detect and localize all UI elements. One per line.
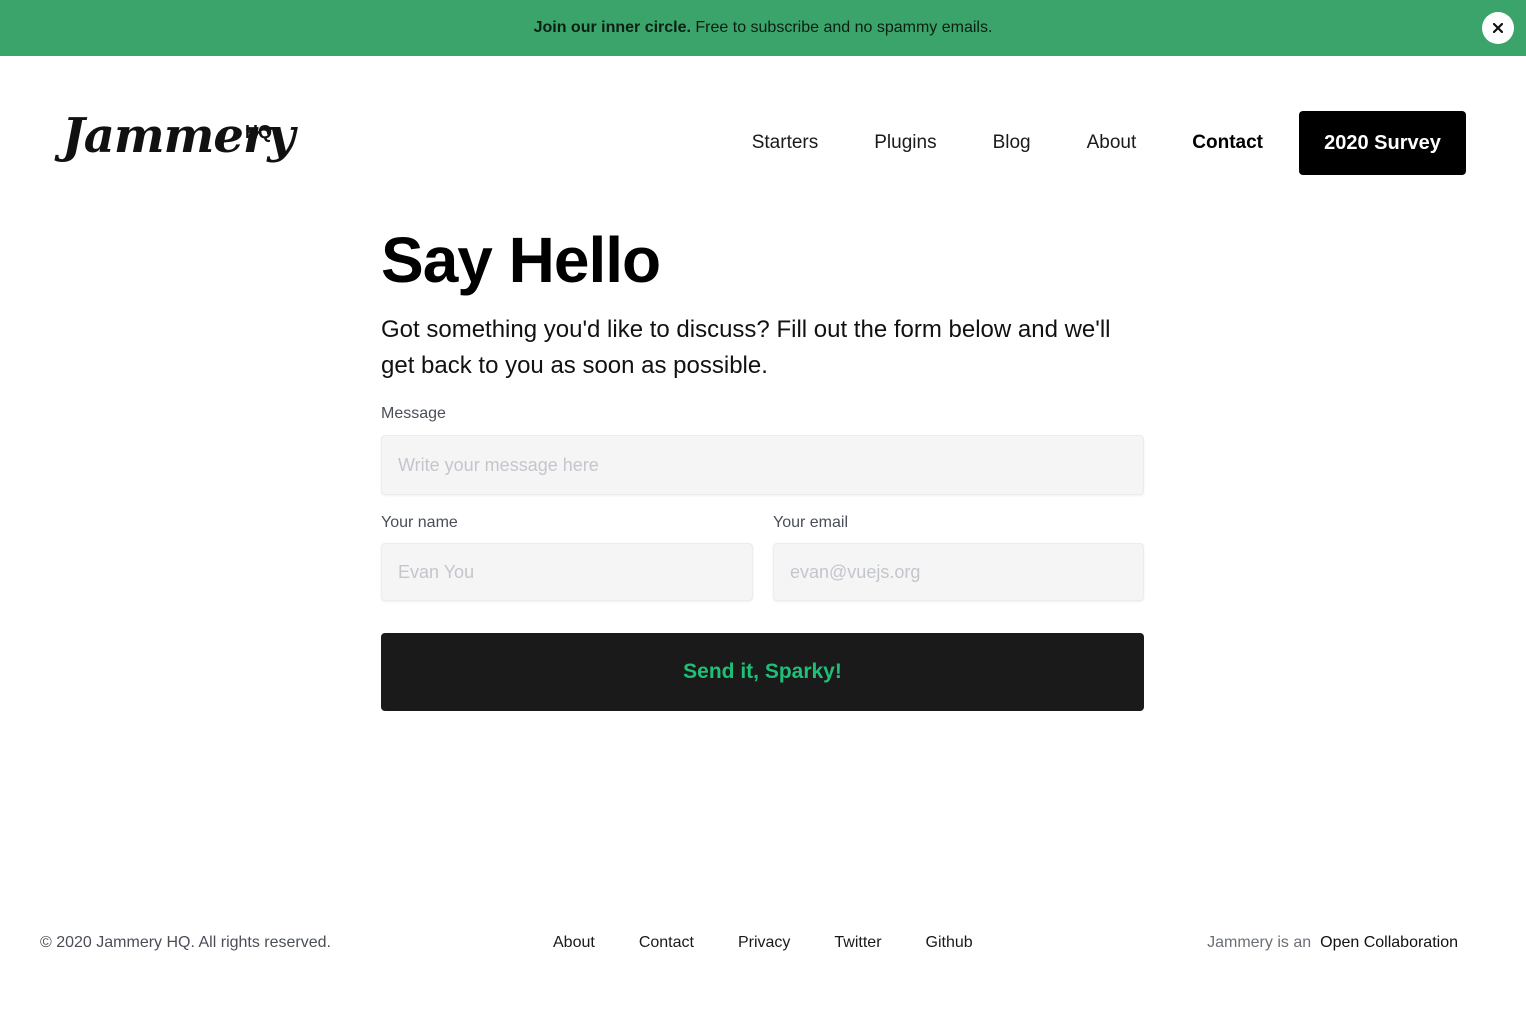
nav-item-blog[interactable]: Blog [993, 132, 1031, 154]
collab-prefix: Jammery is an [1207, 934, 1312, 951]
logo-badge: HQ [245, 122, 272, 142]
banner-bold-text: Join our inner circle. [533, 19, 691, 36]
footer-link-privacy[interactable]: Privacy [738, 934, 790, 952]
close-icon [1493, 23, 1503, 33]
open-collaboration-link[interactable]: Open Collaboration [1320, 934, 1458, 952]
footer-links: About Contact Privacy Twitter Github [553, 934, 973, 952]
page-title: Say Hello [381, 224, 661, 296]
footer-link-about[interactable]: About [553, 934, 595, 952]
announcement-banner: Join our inner circle. Free to subscribe… [0, 0, 1526, 56]
send-button[interactable]: Send it, Sparky! [381, 633, 1144, 711]
contact-section: Say Hello Got something you'd like to di… [381, 222, 1144, 711]
message-input[interactable] [381, 435, 1144, 495]
name-input[interactable] [381, 543, 753, 601]
survey-button[interactable]: 2020 Survey [1299, 111, 1466, 175]
footer-copyright: © 2020 Jammery HQ. All rights reserved. [40, 934, 331, 951]
footer-link-github[interactable]: Github [926, 934, 973, 952]
banner-subtext: Free to subscribe and no spammy emails. [690, 19, 993, 36]
message-label: Message [381, 405, 446, 422]
nav-item-contact[interactable]: Contact [1192, 132, 1263, 154]
banner-text: Join our inner circle. Free to subscribe… [534, 19, 993, 37]
banner-close-button[interactable] [1482, 12, 1514, 44]
page-intro: Got something you'd like to discuss? Fil… [381, 316, 1111, 379]
email-input[interactable] [773, 543, 1144, 601]
site-footer: © 2020 Jammery HQ. All rights reserved. … [0, 928, 1526, 960]
name-label: Your name [381, 514, 458, 531]
nav-item-about[interactable]: About [1087, 132, 1137, 154]
nav-item-starters[interactable]: Starters [752, 132, 819, 154]
site-logo[interactable]: Jammery HQ [62, 108, 295, 178]
footer-link-twitter[interactable]: Twitter [834, 934, 881, 952]
nav-item-plugins[interactable]: Plugins [874, 132, 936, 154]
footer-collab: Jammery is an Open Collaboration [1207, 934, 1458, 952]
footer-link-contact[interactable]: Contact [639, 934, 694, 952]
main-nav: Starters Plugins Blog About Contact 2020… [752, 111, 1466, 175]
email-label: Your email [773, 514, 849, 531]
